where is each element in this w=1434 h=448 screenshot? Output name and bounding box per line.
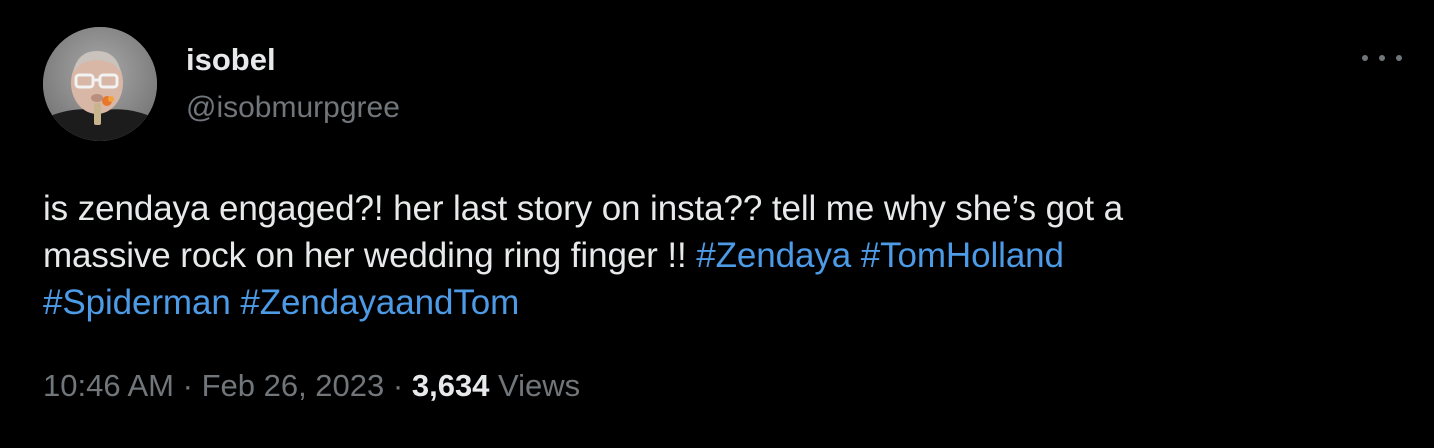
- more-horizontal-icon-dot: [1396, 55, 1402, 61]
- user-handle[interactable]: @isobmurpgree: [186, 90, 400, 126]
- tweet-text-line: is zendaya engaged?! her last story on i…: [43, 189, 1123, 228]
- tweet-text-line: massive rock on her wedding ring finger …: [43, 236, 697, 275]
- views-count: 3,634: [411, 368, 490, 403]
- tweet-time[interactable]: 10:46 AM: [43, 368, 174, 403]
- hashtag-link[interactable]: #ZendayaandTom: [240, 283, 519, 322]
- hashtag-link[interactable]: #Zendaya: [696, 236, 851, 275]
- hashtag-link[interactable]: #Spiderman: [43, 283, 231, 322]
- meta-separator: ·: [392, 368, 404, 403]
- avatar[interactable]: [43, 27, 157, 141]
- profile-photo-icon: [43, 27, 157, 141]
- meta-separator: ·: [182, 368, 193, 403]
- more-options-button[interactable]: [1362, 44, 1402, 72]
- tweet-date[interactable]: Feb 26, 2023: [202, 368, 385, 403]
- display-name[interactable]: isobel: [186, 42, 276, 78]
- more-horizontal-icon: [1362, 55, 1368, 61]
- hashtag-link[interactable]: #TomHolland: [861, 236, 1064, 275]
- views-label: Views: [498, 368, 581, 403]
- more-horizontal-icon-dot: [1379, 55, 1385, 61]
- tweet-meta: 10:46 AM · Feb 26, 2023 · 3,634 Views: [43, 366, 580, 406]
- tweet-text: is zendaya engaged?! her last story on i…: [43, 185, 1403, 326]
- tweet-card: isobel @isobmurpgree is zendaya engaged?…: [0, 0, 1434, 448]
